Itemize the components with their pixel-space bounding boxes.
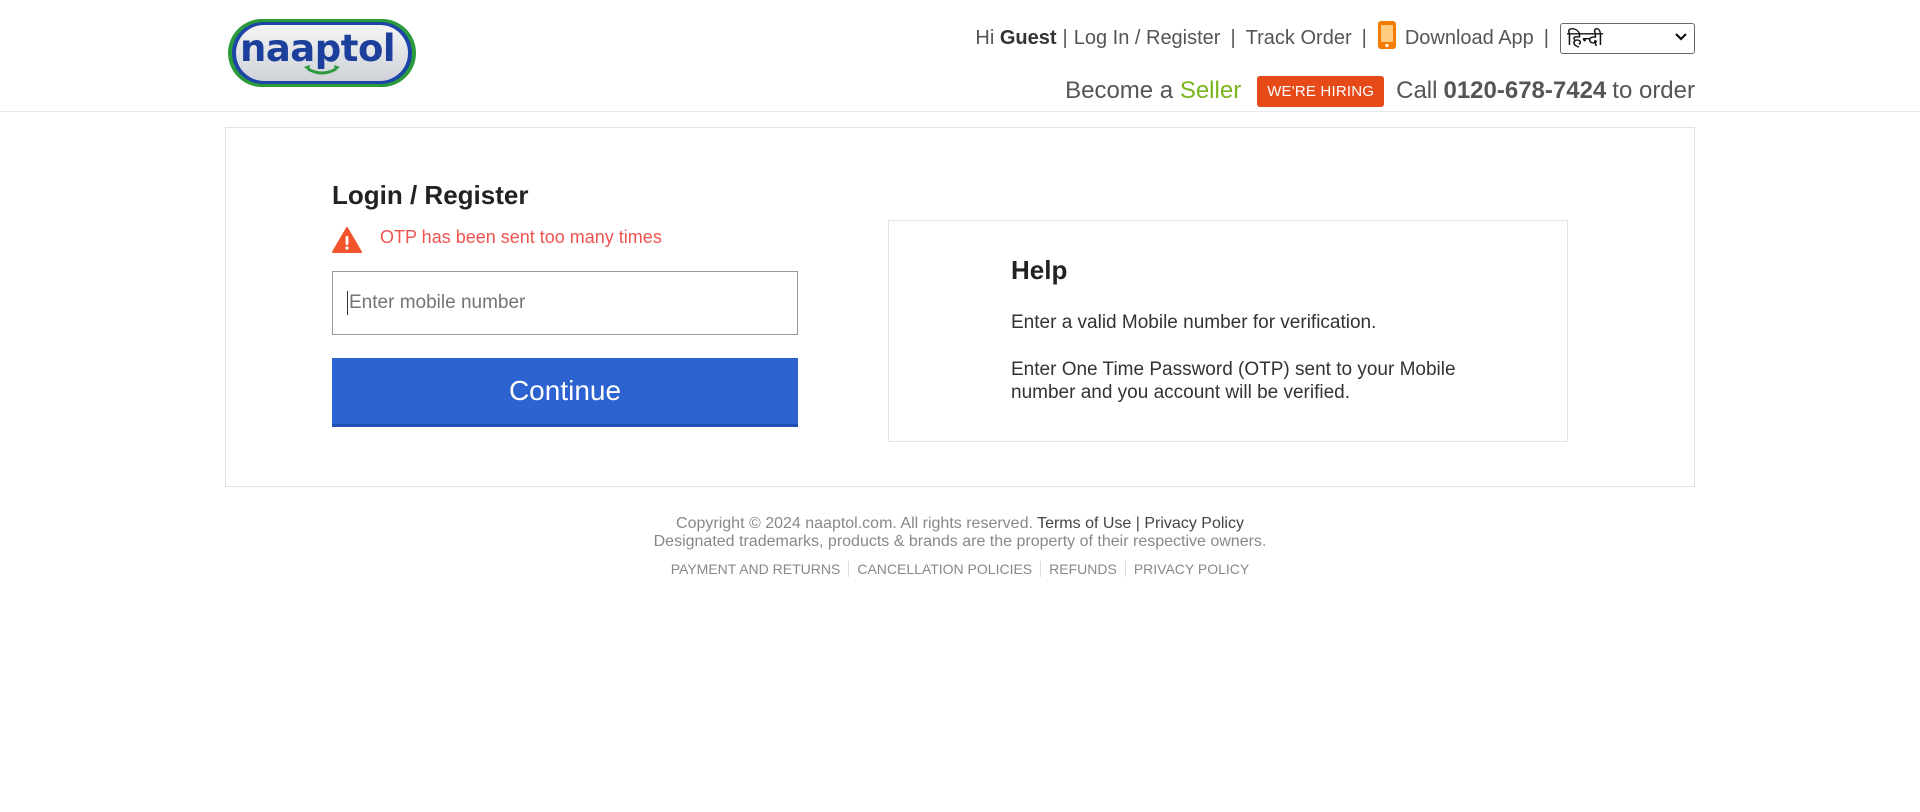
login-card: Login / Register OTP has been sent too m… <box>225 127 1695 487</box>
mobile-phone-icon <box>1377 20 1397 56</box>
become-a-text: Become a <box>1065 77 1174 104</box>
logo-wordmark: naaptol <box>240 27 396 70</box>
seller-link[interactable]: Seller <box>1180 77 1241 105</box>
trademarks-text: Designated trademarks, products & brands… <box>653 533 1267 550</box>
divider: | <box>1543 26 1549 49</box>
call-prefix: Call <box>1396 77 1438 104</box>
mobile-number-placeholder: Enter mobile number <box>349 292 526 313</box>
footer-link-payment-returns[interactable]: PAYMENT AND RETURNS <box>663 561 849 577</box>
language-selected-value: हिन्दी <box>1567 28 1603 50</box>
site-header: naaptol Hi Guest | Log In / Register | T… <box>0 0 1920 112</box>
divider: | <box>1361 26 1367 49</box>
top-links: Hi Guest | Log In / Register | Track Ord… <box>975 20 1695 56</box>
hiring-badge[interactable]: WE'RE HIRING <box>1257 75 1385 107</box>
divider: | <box>1230 26 1236 49</box>
call-suffix: to order <box>1612 77 1695 104</box>
terms-of-use-link[interactable]: Terms of Use <box>1037 515 1131 532</box>
language-select[interactable]: हिन्दी <box>1560 22 1695 54</box>
privacy-policy-link[interactable]: Privacy Policy <box>1144 515 1244 532</box>
divider: | <box>1135 515 1140 532</box>
help-title: Help <box>1011 255 1068 285</box>
help-text-mobile: Enter a valid Mobile number for verifica… <box>1011 312 1377 333</box>
error-text: OTP has been sent too many times <box>380 226 662 247</box>
download-app-link[interactable]: Download App <box>1377 20 1534 56</box>
login-register-link[interactable]: Log In / Register <box>1074 27 1221 50</box>
error-message: OTP has been sent too many times <box>332 226 662 254</box>
greeting-text: Hi <box>975 26 995 49</box>
continue-button[interactable]: Continue <box>332 358 798 427</box>
help-text-otp: Enter One Time Password (OTP) sent to yo… <box>1011 359 1456 403</box>
footer-link-cancellation-policies[interactable]: CANCELLATION POLICIES <box>849 561 1040 577</box>
copyright-text: Copyright © 2024 naaptol.com. All rights… <box>676 515 1033 532</box>
mobile-number-input[interactable]: Enter mobile number <box>332 271 798 335</box>
help-panel: Help Enter a valid Mobile number for ver… <box>888 220 1568 442</box>
footer-link-refunds[interactable]: REFUNDS <box>1041 561 1125 577</box>
phone-number: 0120-678-7424 <box>1443 77 1607 104</box>
download-app-label: Download App <box>1404 26 1534 49</box>
naaptol-logo[interactable]: naaptol <box>226 17 418 89</box>
chevron-down-icon <box>1674 30 1688 46</box>
login-title: Login / Register <box>332 180 529 210</box>
footer-link-privacy-policy[interactable]: PRIVACY POLICY <box>1126 561 1257 577</box>
footer-policy-links: PAYMENT AND RETURNS CANCELLATION POLICIE… <box>0 561 1920 577</box>
copyright-line: Copyright © 2024 naaptol.com. All rights… <box>0 515 1920 533</box>
divider: | <box>1062 26 1068 49</box>
guest-name: Guest <box>999 26 1057 49</box>
warning-icon <box>332 226 362 254</box>
site-footer: Copyright © 2024 naaptol.com. All rights… <box>0 515 1920 577</box>
text-caret <box>347 291 348 315</box>
seller-callout-row: Become a Seller WE'RE HIRING Call 0120-6… <box>1065 72 1695 110</box>
track-order-link[interactable]: Track Order <box>1246 27 1352 50</box>
